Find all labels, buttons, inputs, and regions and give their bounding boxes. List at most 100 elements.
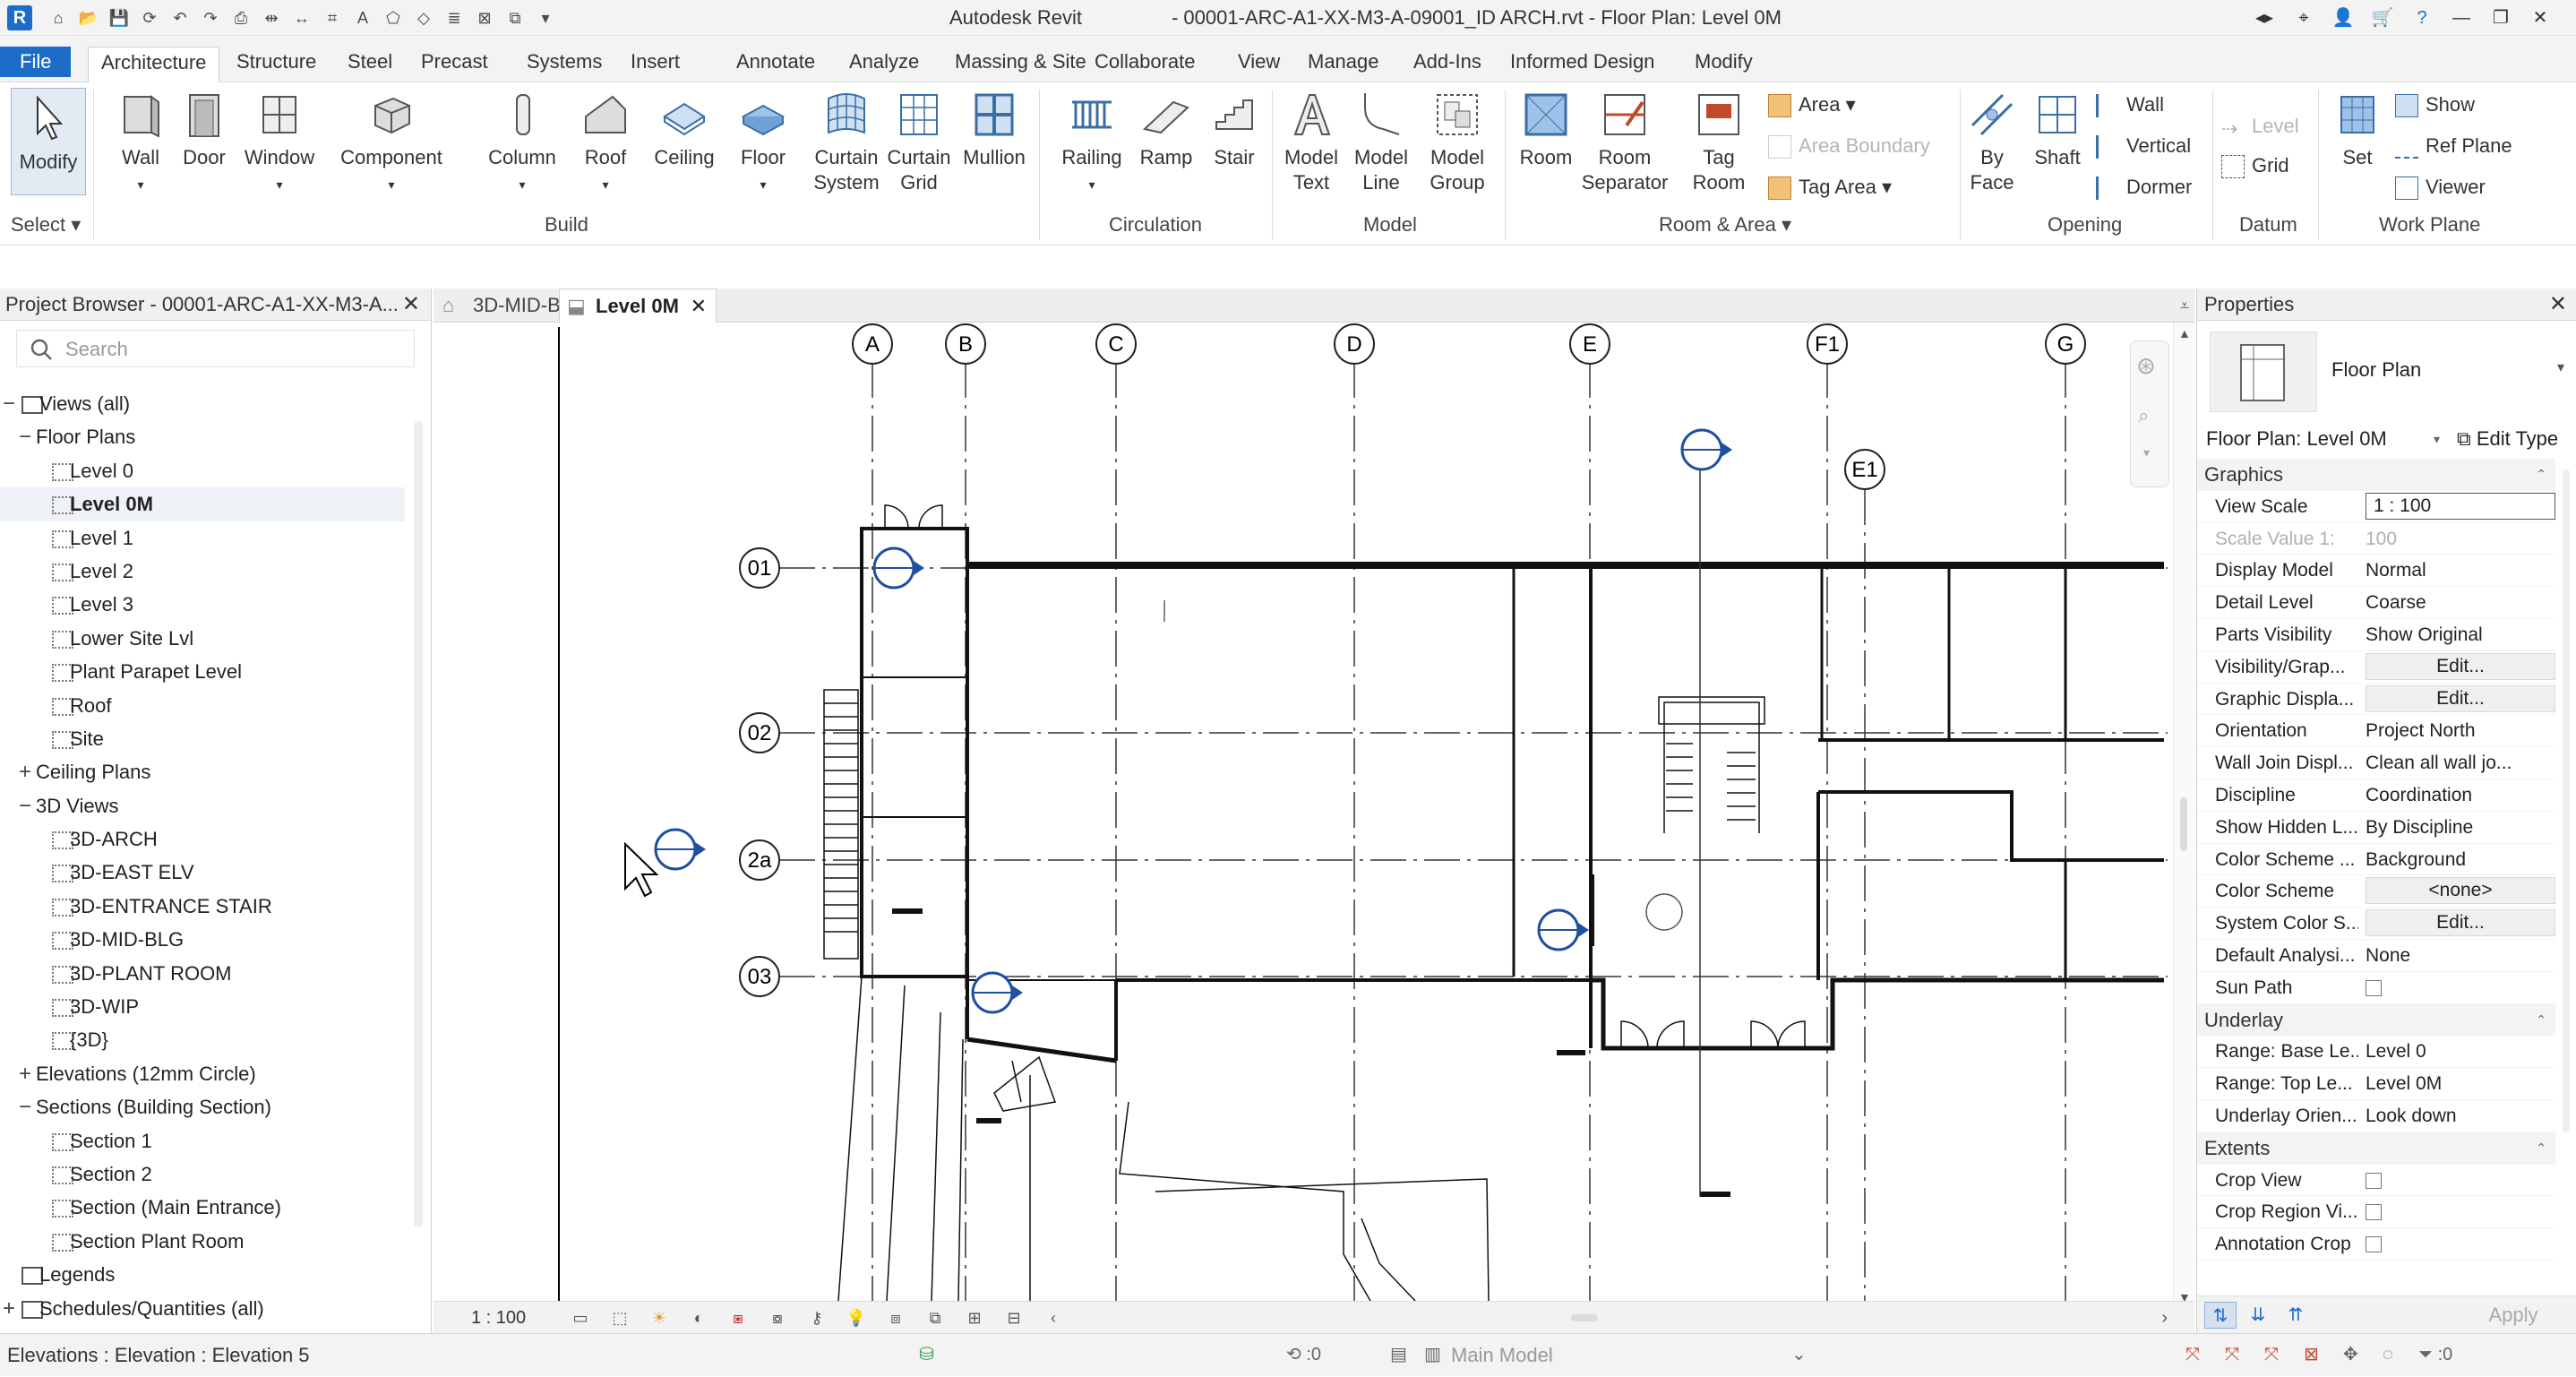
detail-level-icon[interactable]: ▭ <box>566 1302 595 1334</box>
background-process-icon[interactable]: ◌ <box>2383 1341 2393 1368</box>
viewer-button[interactable]: Viewer <box>2395 174 2486 201</box>
elevation-marker[interactable] <box>1537 908 1589 951</box>
property-value[interactable]: Level 0 <box>2366 1036 2555 1067</box>
grid-bubble[interactable]: C <box>1095 323 1137 365</box>
roof-button[interactable]: Roof ▾ <box>573 90 638 197</box>
grid-bubbles[interactable]: A B C D E F1 G E1 01 02 2a 03 <box>739 323 2086 997</box>
browser-item[interactable]: + Ceiling Plans <box>0 755 405 788</box>
room-separator-button[interactable]: Room Separator <box>1578 90 1671 195</box>
select-links-icon[interactable]: ⤧ <box>2185 1341 2200 1368</box>
chevron-down-icon[interactable]: ▾ <box>388 177 394 192</box>
grid-bubble[interactable]: E <box>1569 323 1610 365</box>
chevron-down-icon[interactable]: ▾ <box>276 177 282 192</box>
save-icon[interactable]: 💾 <box>106 4 133 32</box>
property-value[interactable]: 100 <box>2366 523 2555 555</box>
ref-plane-button[interactable]: Ref Plane <box>2395 133 2512 159</box>
active-model[interactable]: Main Model <box>1451 1334 1553 1377</box>
browser-item[interactable]: Legends <box>0 1258 405 1291</box>
grid-bubble[interactable]: 2a <box>739 839 780 881</box>
property-value[interactable]: Edit... <box>2366 652 2555 680</box>
browser-item[interactable]: 3D-MID-BLG <box>0 923 405 956</box>
browser-item[interactable]: Level 2 <box>0 555 405 588</box>
area-boundary-button[interactable]: Area Boundary <box>1768 133 1930 159</box>
property-group-header[interactable]: Graphics ⌃ <box>2197 459 2555 491</box>
instance-filter[interactable]: Floor Plan: Level 0M <box>2206 423 2387 455</box>
tag-area-button[interactable]: Tag Area ▾ <box>1768 174 1892 201</box>
select-underlay-icon[interactable]: ⤧ <box>2225 1341 2239 1368</box>
sort-descending-icon[interactable]: ⇈ <box>2280 1302 2312 1329</box>
property-value[interactable]: Normal <box>2366 555 2555 586</box>
binoculars-icon[interactable]: ⌖ <box>2289 4 2318 32</box>
worksharing-icon[interactable]: ⛁ <box>919 1341 934 1368</box>
browser-item[interactable]: {3D} <box>0 1023 405 1056</box>
property-group-header[interactable]: Underlay ⌃ <box>2197 1003 2555 1037</box>
browser-item[interactable]: Section 2 <box>0 1158 405 1191</box>
expand-icon[interactable]: + <box>16 1057 34 1090</box>
by-face-button[interactable]: By Face <box>1963 90 2021 195</box>
scroll-thumb[interactable] <box>2563 469 2570 1132</box>
tab-level-0m[interactable]: ⬓ Level 0M ✕ <box>559 288 717 323</box>
tab-file[interactable]: File <box>0 47 72 77</box>
browser-item[interactable]: − Floor Plans <box>0 420 405 453</box>
section-icon[interactable]: ◇ <box>410 4 437 32</box>
property-checkbox[interactable] <box>2366 1236 2382 1253</box>
tab-massing-site[interactable]: Massing & Site <box>948 47 1086 77</box>
level-button[interactable]: ⇢ Level <box>2221 113 2299 140</box>
property-value[interactable]: Coarse <box>2366 587 2555 618</box>
tab-precast[interactable]: Precast <box>414 47 488 77</box>
browser-scrollbar[interactable] <box>409 387 427 1330</box>
temporary-properties-icon[interactable]: ⧉ <box>921 1302 949 1334</box>
browser-item[interactable]: Site <box>0 722 405 755</box>
model-line-button[interactable]: Model Line <box>1347 90 1415 195</box>
chevron-down-icon[interactable]: ▾ <box>2434 423 2440 455</box>
property-value[interactable]: Coordination <box>2366 779 2555 811</box>
sync-icon[interactable]: ⟳ <box>136 4 163 32</box>
ramp-button[interactable]: Ramp <box>1136 90 1197 170</box>
select-panel-label[interactable]: Select ▾ <box>11 213 81 237</box>
window-button[interactable]: Window ▾ <box>236 90 322 197</box>
shadows-icon[interactable]: ◐ <box>684 1302 713 1334</box>
vertical-opening-button[interactable]: Vertical <box>2096 133 2191 159</box>
scroll-up-icon[interactable]: ▲ <box>2178 326 2191 340</box>
elevation-marker[interactable] <box>971 971 1023 1014</box>
tag-room-button[interactable]: Tag Room <box>1682 90 1756 195</box>
model-dropdown-icon[interactable]: ⌄ <box>1791 1341 1807 1368</box>
editable-only-icon[interactable]: ▥ <box>1424 1341 1441 1368</box>
model-text-button[interactable]: Model Text <box>1277 90 1345 195</box>
browser-item[interactable]: + Schedules/Quantities (all) <box>0 1292 405 1325</box>
tab-collaborate[interactable]: Collaborate <box>1087 47 1196 77</box>
modify-button[interactable]: Modify <box>11 88 86 195</box>
tab-overflow-icon[interactable]: ⩡ <box>2180 288 2189 323</box>
expand-icon[interactable]: + <box>0 1292 18 1325</box>
browser-search-input[interactable]: Search <box>16 330 415 367</box>
grid-bubble[interactable]: D <box>1334 323 1375 365</box>
3d-view-icon[interactable]: ⬠ <box>380 4 407 32</box>
print-icon[interactable]: ⎙ <box>228 4 254 32</box>
tab-annotate[interactable]: Annotate <box>729 47 815 77</box>
scroll-left-icon[interactable]: ‹ <box>1039 1302 1068 1334</box>
property-value[interactable]: 1 : 100 <box>2366 492 2555 520</box>
browser-item[interactable]: − Sections (Building Section) <box>0 1090 405 1123</box>
grid-button[interactable]: Grid <box>2221 152 2289 179</box>
scroll-thumb[interactable] <box>414 421 423 1227</box>
collapse-icon[interactable]: ⌃ <box>2536 1132 2546 1164</box>
filter-icon[interactable]: ⏷ :0 <box>2418 1341 2452 1368</box>
curtain-grid-button[interactable]: Curtain Grid <box>885 90 953 195</box>
scroll-thumb[interactable] <box>2180 797 2187 851</box>
floor-plan-drawing[interactable]: A B C D E F1 G E1 01 02 2a 03 <box>434 323 2194 1308</box>
tab-structure[interactable]: Structure <box>229 47 316 77</box>
steering-wheel-icon[interactable]: ⊛ <box>2136 352 2156 380</box>
worksets-icon[interactable]: ⟲ :0 <box>1286 1341 1321 1368</box>
collapse-icon[interactable]: − <box>16 420 34 453</box>
grid-bubble[interactable]: E1 <box>1844 449 1885 490</box>
select-pinned-icon[interactable]: ⤧ <box>2264 1341 2279 1368</box>
tag-icon[interactable]: ⌗ <box>319 4 346 32</box>
browser-item[interactable]: 3D-PLANT ROOM <box>0 957 405 990</box>
property-value[interactable]: Edit... <box>2366 684 2555 712</box>
user-icon[interactable]: 👤 <box>2329 4 2357 32</box>
property-value[interactable]: <none> <box>2366 877 2555 905</box>
floor-button[interactable]: Floor ▾ <box>729 90 797 197</box>
visual-style-icon[interactable]: ⬚ <box>605 1302 634 1334</box>
home-icon[interactable]: ⌂ <box>45 4 72 32</box>
browser-item[interactable]: Lower Site Lvl <box>0 622 405 655</box>
